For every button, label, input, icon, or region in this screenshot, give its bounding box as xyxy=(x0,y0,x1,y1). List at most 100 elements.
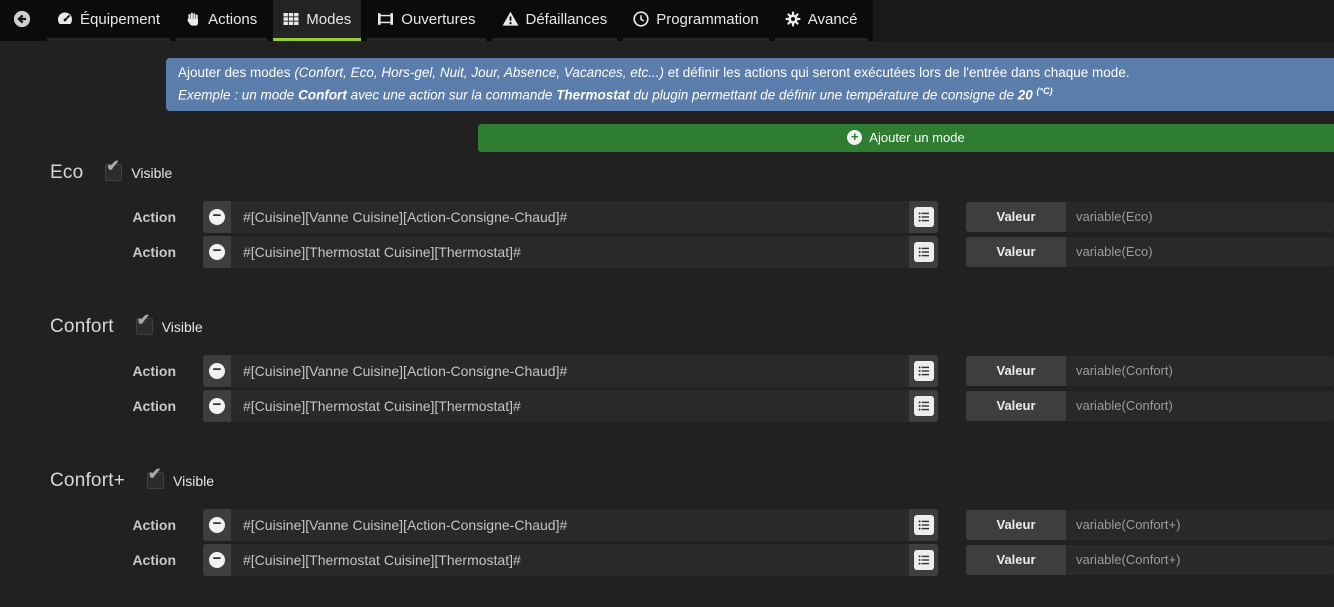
minus-circle-icon: − xyxy=(209,516,225,533)
action-value-input[interactable] xyxy=(1066,390,1334,421)
remove-action-button[interactable]: − xyxy=(203,354,231,387)
remove-action-button[interactable]: − xyxy=(203,543,231,576)
banner-line-1: Ajouter des modes (Confort, Eco, Hors-ge… xyxy=(178,65,1130,80)
select-command-button[interactable] xyxy=(909,354,938,387)
hand-icon xyxy=(187,12,199,26)
valeur-label: Valeur xyxy=(966,544,1066,575)
valeur-label: Valeur xyxy=(966,509,1066,540)
tab-defaillances[interactable]: Défaillances xyxy=(491,0,618,41)
arrow-circle-left-icon xyxy=(13,10,31,28)
plus-circle-icon: + xyxy=(847,130,863,145)
top-navbar: Équipement Actions Modes Ouvertures Défa… xyxy=(0,0,1334,41)
clock-icon xyxy=(633,11,649,27)
valeur-label: Valeur xyxy=(966,355,1066,386)
action-row: Action − Valeur xyxy=(0,543,1334,576)
tab-label: Avancé xyxy=(807,10,858,28)
select-command-button[interactable] xyxy=(909,543,938,576)
select-command-button[interactable] xyxy=(909,508,938,541)
minus-circle-icon: − xyxy=(209,243,225,260)
add-mode-button-label: Ajouter un mode xyxy=(869,130,965,145)
mode-title: Confort xyxy=(50,315,114,337)
tab-label: Ouvertures xyxy=(401,10,476,28)
visible-label: Visible xyxy=(131,164,173,181)
remove-action-button[interactable]: − xyxy=(203,235,231,268)
action-value-input[interactable] xyxy=(1066,509,1334,540)
check-icon: ✔ xyxy=(136,312,151,329)
action-command-input[interactable] xyxy=(231,389,909,422)
action-label: Action xyxy=(132,208,176,225)
tab-label: Actions xyxy=(208,10,258,28)
action-command-input[interactable] xyxy=(231,508,909,541)
tab-label: Défaillances xyxy=(525,10,608,28)
tab-label: Modes xyxy=(306,10,352,28)
gear-icon xyxy=(785,11,801,27)
minus-circle-icon: − xyxy=(209,397,225,414)
action-label: Action xyxy=(132,516,176,533)
tabs-strip: Équipement Actions Modes Ouvertures Défa… xyxy=(0,0,873,41)
mode-section-confort-plus: Confort+ ✔ Visible Action − Valeur xyxy=(0,467,1334,576)
minus-circle-icon: − xyxy=(209,551,225,568)
minus-circle-icon: − xyxy=(209,208,225,225)
check-icon: ✔ xyxy=(106,158,120,175)
action-row: Action − Valeur xyxy=(0,354,1334,387)
action-label: Action xyxy=(132,243,176,260)
action-value-input[interactable] xyxy=(1066,236,1334,267)
back-button[interactable] xyxy=(0,0,44,41)
tab-ouvertures[interactable]: Ouvertures xyxy=(367,0,486,41)
valeur-label: Valeur xyxy=(966,236,1066,267)
remove-action-button[interactable]: − xyxy=(203,200,231,233)
tab-avance[interactable]: Avancé xyxy=(774,0,868,41)
remove-action-button[interactable]: − xyxy=(203,508,231,541)
remove-action-button[interactable]: − xyxy=(203,389,231,422)
visible-checkbox-wrap[interactable]: ✔ Visible xyxy=(105,159,173,181)
action-command-input[interactable] xyxy=(231,235,909,268)
list-icon xyxy=(913,514,934,535)
table-grid-icon xyxy=(283,13,299,25)
mode-title: Confort+ xyxy=(50,469,126,491)
action-value-input[interactable] xyxy=(1066,355,1334,386)
valeur-label: Valeur xyxy=(966,390,1066,421)
select-command-button[interactable] xyxy=(909,389,938,422)
check-icon: ✔ xyxy=(148,466,162,483)
warning-triangle-icon xyxy=(502,11,518,26)
visible-label: Visible xyxy=(173,472,215,489)
mode-section-confort: Confort ✔ Visible Action − Valeur xyxy=(0,313,1334,422)
action-row: Action − Valeur xyxy=(0,200,1334,233)
action-row: Action − Valeur xyxy=(0,235,1334,268)
list-icon xyxy=(913,206,934,227)
tachometer-icon xyxy=(57,12,73,27)
visible-label: Visible xyxy=(161,318,203,335)
visible-checkbox-wrap[interactable]: ✔ Visible xyxy=(135,313,203,335)
add-mode-button[interactable]: + Ajouter un mode xyxy=(478,123,1334,152)
list-icon xyxy=(913,360,934,381)
mode-section-eco: Eco ✔ Visible Action − Valeur xyxy=(0,159,1334,268)
action-row: Action − Valeur xyxy=(0,389,1334,422)
action-value-input[interactable] xyxy=(1066,544,1334,575)
list-icon xyxy=(913,241,934,262)
action-label: Action xyxy=(132,397,176,414)
action-value-input[interactable] xyxy=(1066,201,1334,232)
tab-actions[interactable]: Actions xyxy=(176,0,268,41)
banner-line-2: Exemple : un mode Confort avec une actio… xyxy=(178,86,1053,103)
visible-checkbox-wrap[interactable]: ✔ Visible xyxy=(147,467,215,489)
valeur-label: Valeur xyxy=(966,201,1066,232)
tab-modes[interactable]: Modes xyxy=(273,0,362,41)
action-command-input[interactable] xyxy=(231,354,909,387)
list-icon xyxy=(913,549,934,570)
action-command-input[interactable] xyxy=(231,200,909,233)
list-icon xyxy=(913,395,934,416)
tab-equipement[interactable]: Équipement xyxy=(47,0,171,41)
window-frame-icon xyxy=(378,13,394,25)
visible-checkbox[interactable]: ✔ xyxy=(105,159,123,181)
visible-checkbox[interactable]: ✔ xyxy=(147,467,165,489)
info-banner: Ajouter des modes (Confort, Eco, Hors-ge… xyxy=(166,58,1334,111)
action-command-input[interactable] xyxy=(231,543,909,576)
tab-label: Équipement xyxy=(80,10,161,28)
select-command-button[interactable] xyxy=(909,200,938,233)
action-label: Action xyxy=(132,362,176,379)
visible-checkbox[interactable]: ✔ xyxy=(135,313,153,335)
select-command-button[interactable] xyxy=(909,235,938,268)
tab-programmation[interactable]: Programmation xyxy=(623,0,769,41)
minus-circle-icon: − xyxy=(209,362,225,379)
tab-label: Programmation xyxy=(656,10,759,28)
